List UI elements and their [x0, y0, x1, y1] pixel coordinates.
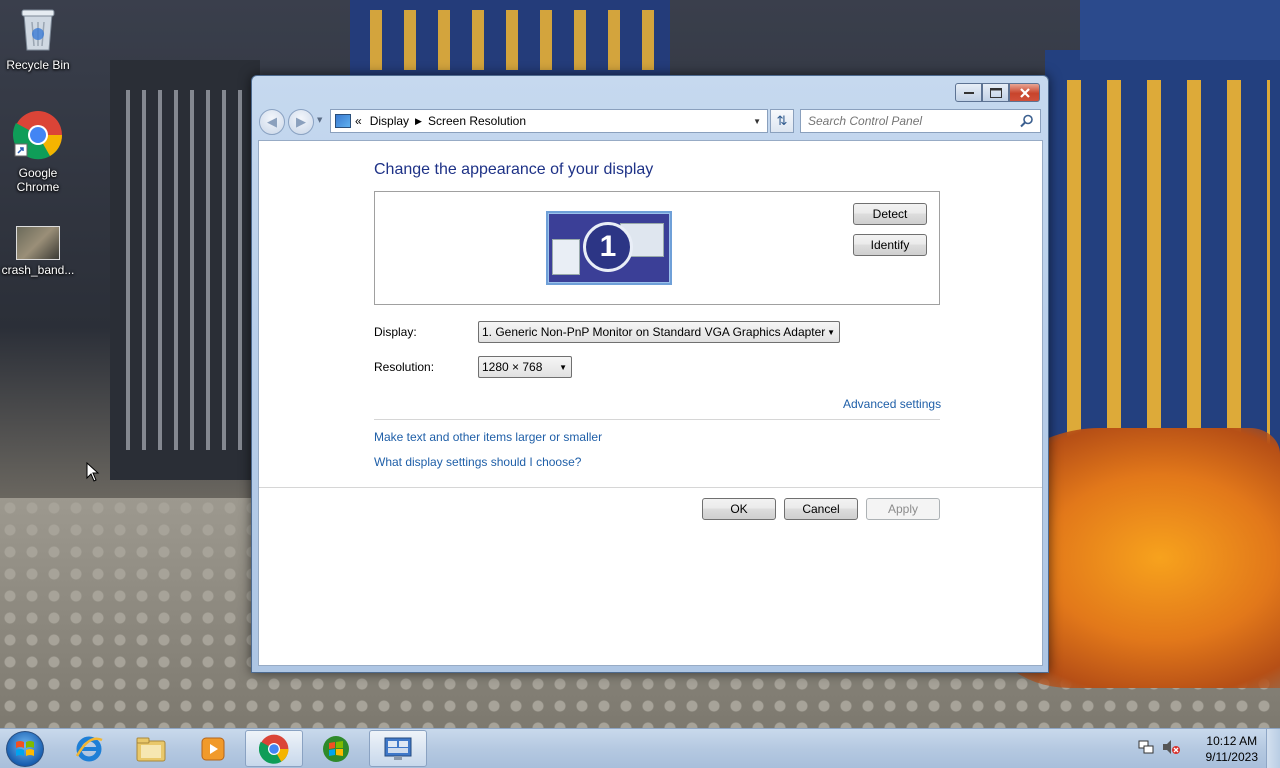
search-icon[interactable] — [1020, 114, 1034, 128]
maximize-button[interactable] — [982, 83, 1009, 102]
desktop-icon-label: Recycle Bin — [6, 58, 70, 72]
monitor-1-thumbnail[interactable]: 1 — [546, 211, 672, 285]
refresh-button[interactable]: ⇅ — [770, 109, 794, 133]
taskbar-control-panel-display[interactable] — [369, 730, 427, 767]
recycle-bin-icon — [0, 6, 76, 55]
forward-button[interactable]: ▶ — [288, 109, 314, 135]
chrome-icon — [259, 734, 289, 764]
minimize-button[interactable] — [955, 83, 982, 102]
chrome-icon — [0, 110, 76, 163]
advanced-settings-link[interactable]: Advanced settings — [843, 397, 941, 411]
display-select-value: 1. Generic Non-PnP Monitor on Standard V… — [482, 325, 826, 339]
taskbar-media-player[interactable] — [184, 730, 242, 767]
address-bar[interactable]: « Display ▶ Screen Resolution ▼ — [330, 109, 768, 133]
cancel-button[interactable]: Cancel — [784, 498, 858, 520]
back-button[interactable]: ◀ — [259, 109, 285, 135]
windows-logo-icon — [16, 741, 34, 756]
start-button[interactable] — [6, 731, 44, 767]
display-control-panel-icon — [335, 114, 351, 128]
windows-logo-icon — [323, 735, 349, 762]
close-button[interactable] — [1009, 83, 1040, 102]
search-input[interactable] — [808, 114, 1008, 128]
address-row: ◀ ▶ ▼ « Display ▶ Screen Resolution ▼ ⇅ — [259, 107, 1041, 135]
caption-buttons — [955, 83, 1040, 102]
taskbar-windows-explorer[interactable] — [122, 730, 180, 767]
system-tray — [1138, 739, 1180, 758]
display-settings-help-link[interactable]: What display settings should I choose? — [374, 455, 581, 469]
wallpaper-building — [1080, 0, 1280, 60]
wallpaper-building — [110, 60, 260, 480]
wallpaper-building — [350, 0, 670, 80]
windows-explorer-icon — [136, 737, 166, 761]
breadcrumb-display[interactable]: Display — [370, 114, 409, 128]
detect-button[interactable]: Detect — [853, 203, 927, 225]
search-box — [800, 109, 1041, 133]
back-arrow-icon: ◀ — [267, 114, 277, 130]
network-icon[interactable] — [1138, 739, 1154, 758]
forward-arrow-icon: ▶ — [296, 114, 306, 130]
apply-button[interactable]: Apply — [866, 498, 940, 520]
refresh-icon: ⇅ — [776, 113, 788, 129]
desktop-icon-recycle-bin[interactable]: Recycle Bin — [0, 6, 76, 72]
media-player-icon — [201, 737, 225, 760]
show-desktop-button[interactable] — [1266, 729, 1280, 768]
monitor-window-graphic — [552, 239, 580, 275]
content-pane: Change the appearance of your display 1 … — [258, 140, 1043, 666]
desktop-icon-label: Google Chrome — [16, 166, 60, 194]
internet-explorer-icon — [75, 736, 103, 761]
resolution-select-value: 1280 × 768 — [482, 360, 543, 374]
clock-date: 9/11/2023 — [1205, 750, 1259, 764]
text-size-link[interactable]: Make text and other items larger or smal… — [374, 430, 602, 444]
image-file-icon — [16, 226, 60, 260]
recent-pages-dropdown[interactable]: ▼ — [317, 116, 322, 124]
page-title: Change the appearance of your display — [374, 161, 654, 178]
divider — [259, 487, 1042, 488]
taskbar-internet-explorer[interactable] — [60, 730, 118, 767]
taskbar: 10:12 AM 9/11/2023 — [0, 728, 1280, 768]
monitor-preview-area: 1 Detect Identify — [374, 191, 940, 305]
screen-resolution-window: ◀ ▶ ▼ « Display ▶ Screen Resolution ▼ ⇅ … — [251, 75, 1049, 673]
breadcrumb-separator-icon[interactable]: ▶ — [415, 116, 422, 127]
chevron-down-icon: ▼ — [827, 328, 835, 337]
divider — [374, 419, 940, 420]
volume-muted-icon[interactable] — [1162, 739, 1180, 758]
taskbar-chrome[interactable] — [245, 730, 303, 767]
breadcrumb-overflow[interactable]: « — [355, 114, 362, 128]
desktop-icon-label: crash_band... — [1, 263, 75, 277]
desktop-icon-crash-bandicoot[interactable]: crash_band... — [0, 226, 76, 277]
taskbar-windows-update[interactable] — [307, 730, 365, 767]
resolution-select[interactable]: 1280 × 768 ▼ — [478, 356, 572, 378]
address-dropdown-icon[interactable]: ▼ — [753, 117, 761, 126]
desktop-icon-google-chrome[interactable]: Google Chrome — [0, 110, 76, 194]
monitor-number: 1 — [583, 222, 633, 272]
resolution-label: Resolution: — [374, 360, 435, 374]
display-select[interactable]: 1. Generic Non-PnP Monitor on Standard V… — [478, 321, 840, 343]
ok-button[interactable]: OK — [702, 498, 776, 520]
chevron-down-icon: ▼ — [559, 363, 567, 372]
mouse-cursor-icon — [86, 461, 100, 485]
clock-time: 10:12 AM — [1206, 734, 1258, 748]
breadcrumb-screen-resolution[interactable]: Screen Resolution — [428, 114, 526, 128]
system-clock[interactable]: 10:12 AM 9/11/2023 — [1206, 733, 1259, 765]
identify-button[interactable]: Identify — [853, 234, 927, 256]
wallpaper-building — [1045, 50, 1280, 490]
control-panel-display-icon — [384, 737, 412, 760]
display-label: Display: — [374, 325, 417, 339]
